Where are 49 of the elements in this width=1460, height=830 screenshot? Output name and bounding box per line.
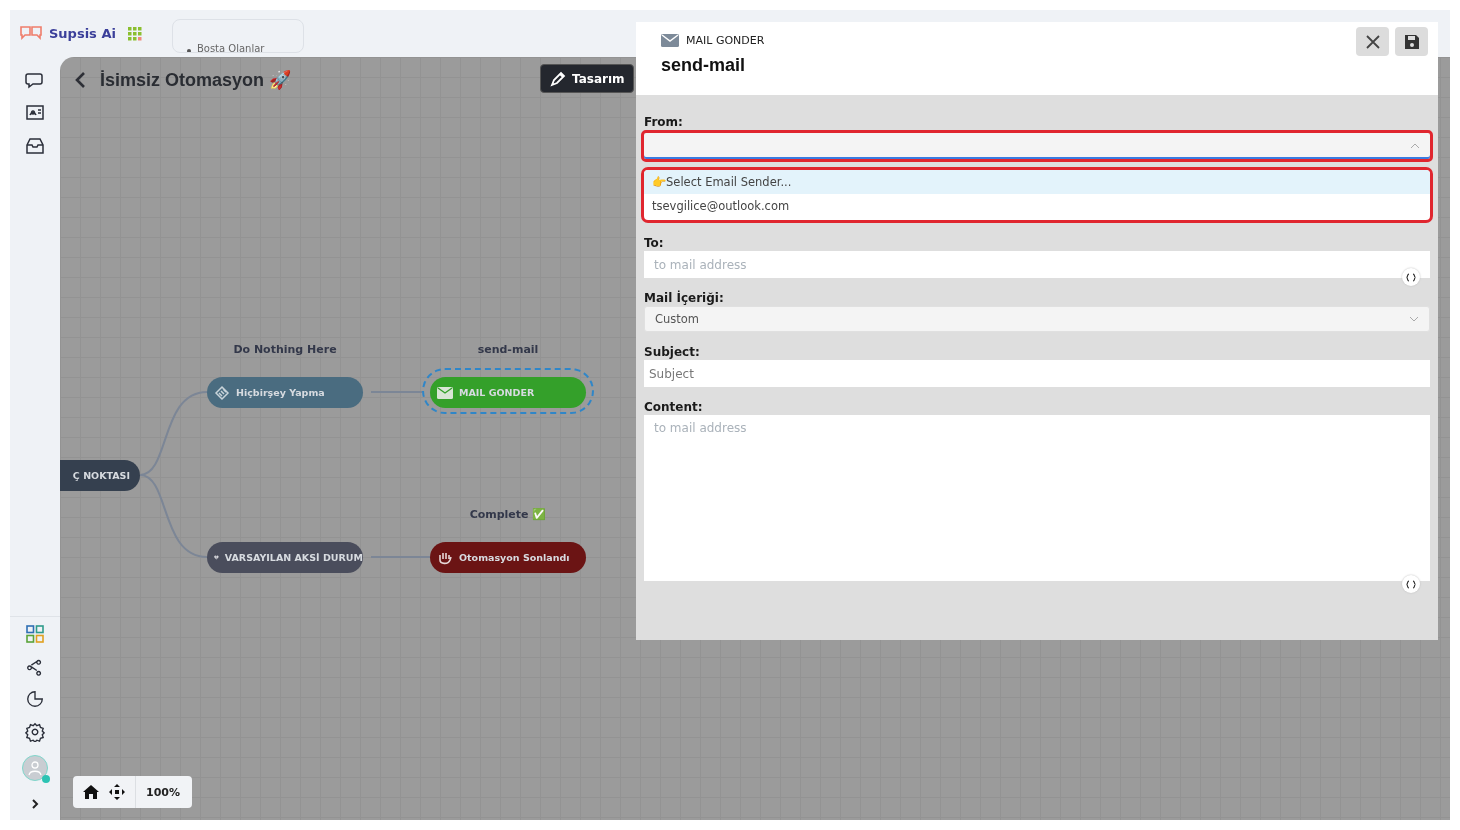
- text-input[interactable]: to mail address: [644, 251, 1430, 278]
- braces-icon: [1406, 272, 1416, 282]
- report-icon[interactable]: [25, 689, 45, 709]
- node-caption: Complete ✅: [468, 508, 548, 521]
- field-label: Subject:: [644, 345, 701, 359]
- mail-icon: [661, 34, 679, 47]
- field-label: To:: [644, 236, 665, 250]
- envelope-icon: [437, 386, 453, 399]
- dropdown-option[interactable]: tsevgilice@outlook.com: [644, 194, 1430, 218]
- pencil-icon: [550, 70, 566, 87]
- design-button[interactable]: Tasarım: [540, 64, 634, 93]
- zoom-level[interactable]: 100%: [146, 785, 180, 799]
- close-button[interactable]: [1356, 27, 1389, 56]
- brand-name: Supsis Ai: [49, 26, 116, 41]
- person-icon: [27, 760, 43, 776]
- settings-icon[interactable]: [25, 722, 45, 742]
- automation-title: İsimsiz Otomasyon 🚀: [100, 69, 292, 91]
- top-tab[interactable]: Bosta Olanlar: [171, 18, 304, 53]
- dashboard-icon[interactable]: [26, 625, 44, 643]
- move-icon[interactable]: [109, 784, 125, 800]
- dropdown-option[interactable]: 👉Select Email Sender...: [644, 170, 1430, 194]
- home-icon[interactable]: [83, 785, 99, 799]
- variable-button[interactable]: [1402, 575, 1420, 593]
- flow-node[interactable]: Ç NOKTASI: [60, 460, 140, 491]
- logo-icon: [19, 24, 43, 43]
- node-type: MAIL GONDER: [686, 34, 765, 47]
- variable-button[interactable]: [1402, 268, 1420, 286]
- text-input[interactable]: Subject: [644, 360, 1430, 387]
- field-label: From:: [644, 115, 684, 129]
- inbox-icon[interactable]: [24, 135, 46, 157]
- caret-icon: [1410, 143, 1420, 149]
- back-icon[interactable]: [74, 71, 88, 89]
- save-button[interactable]: [1395, 27, 1428, 56]
- flow-node[interactable]: Hiçbirşey Yapma: [207, 377, 363, 408]
- flow-node[interactable]: Otomasyon Sonlandı: [430, 542, 586, 573]
- expand-icon[interactable]: [30, 798, 40, 810]
- braces-icon: [1406, 579, 1416, 589]
- close-icon: [1365, 34, 1380, 49]
- flow-node[interactable]: VARSAYILAN AKSİ DURUM: [207, 542, 363, 573]
- panel-title: send-mail: [661, 55, 747, 76]
- diamond-icon: [214, 384, 230, 401]
- select-field[interactable]: Custom: [644, 306, 1430, 332]
- node-caption: send-mail: [476, 343, 540, 356]
- caret-icon: [1409, 316, 1419, 322]
- content-textarea[interactable]: to mail address: [644, 415, 1430, 581]
- field-label: Content:: [644, 400, 704, 414]
- select-field[interactable]: [641, 130, 1433, 162]
- field-label: Mail İçeriği:: [644, 291, 725, 305]
- node-caption: Do Nothing Here: [232, 343, 338, 356]
